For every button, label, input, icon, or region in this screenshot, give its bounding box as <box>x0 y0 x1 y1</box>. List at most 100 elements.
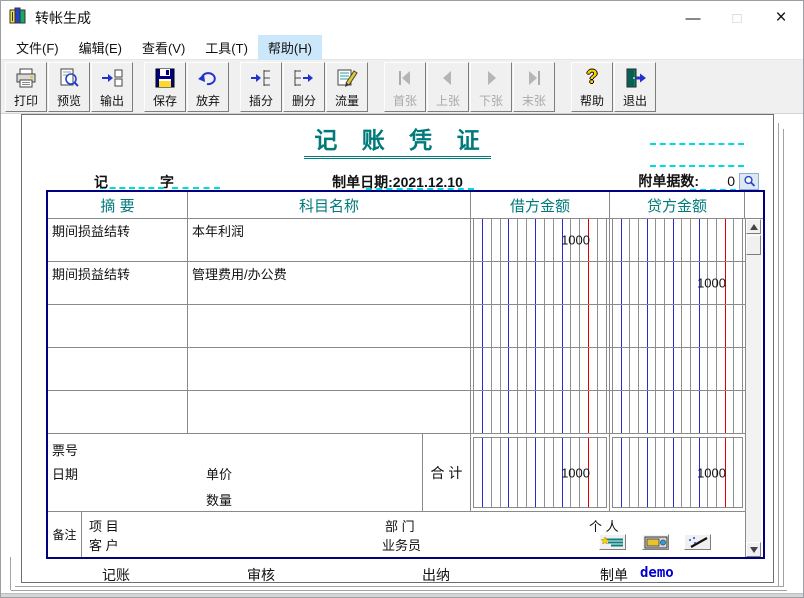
project-label[interactable]: 项 目 <box>89 516 119 535</box>
window-bottom-strip <box>1 593 804 598</box>
voucher-no-blank[interactable] <box>650 165 744 167</box>
help-icon: ? <box>586 65 598 92</box>
credit-cell[interactable] <box>610 305 745 347</box>
attach-count-value[interactable]: 0 <box>699 173 735 189</box>
attach-zoom-button[interactable] <box>739 173 759 190</box>
amount-ruling <box>473 305 607 347</box>
scroll-up-button[interactable] <box>746 219 761 234</box>
help-button[interactable]: ? 帮助 <box>571 62 613 112</box>
next-page-button[interactable]: 下张 <box>470 62 512 112</box>
customer-label[interactable]: 客 户 <box>89 535 119 554</box>
page-stack-edge <box>11 590 787 591</box>
bill-no-label: 票号 <box>52 440 78 459</box>
menu-view[interactable]: 查看(V) <box>132 35 195 60</box>
export-icon <box>100 65 124 92</box>
debit-cell[interactable] <box>471 262 610 304</box>
exit-icon <box>623 65 647 92</box>
remark-label: 备注 <box>48 512 82 557</box>
credit-cell[interactable] <box>610 348 745 390</box>
debit-cell[interactable] <box>471 391 610 433</box>
credit-cell[interactable] <box>610 219 745 261</box>
amount-ruling <box>612 348 743 390</box>
close-button[interactable]: × <box>759 1 803 35</box>
maker-label: 制单 <box>600 565 628 585</box>
last-page-button[interactable]: 末张 <box>513 62 555 112</box>
voucher-page: 记 账 凭 证 记 字 制单日期:2021.12.10 附单据数: 0 摘 要 … <box>21 114 774 583</box>
summary-cell[interactable]: 期间损益结转 <box>48 219 188 261</box>
table-scrollbar <box>745 219 761 557</box>
cashflow-button[interactable]: 流量 <box>326 62 368 112</box>
aux-button-3[interactable] <box>684 534 711 550</box>
cashier-label: 出纳 <box>422 565 450 585</box>
insert-entry-icon <box>249 65 273 92</box>
quantity-label: 数量 <box>206 490 232 509</box>
exit-button[interactable]: 退出 <box>614 62 656 112</box>
prev-page-button[interactable]: 上张 <box>427 62 469 112</box>
summary-cell[interactable] <box>48 391 188 433</box>
summary-cell[interactable] <box>48 348 188 390</box>
aux-button-2[interactable] <box>642 534 669 550</box>
department-label[interactable]: 部 门 <box>385 516 415 535</box>
amount-ruling <box>612 391 743 433</box>
first-page-icon <box>393 65 417 92</box>
page-stack-edge <box>15 586 783 587</box>
save-icon <box>153 65 177 92</box>
page-stack-edge <box>778 123 779 587</box>
scroll-down-button[interactable] <box>746 542 761 557</box>
credit-cell[interactable] <box>610 391 745 433</box>
output-button[interactable]: 输出 <box>91 62 133 112</box>
summary-cell[interactable]: 期间损益结转 <box>48 262 188 304</box>
minimize-button[interactable]: — <box>671 1 715 35</box>
debit-cell[interactable] <box>471 348 610 390</box>
undo-icon <box>196 65 220 92</box>
menu-tools[interactable]: 工具(T) <box>195 35 258 60</box>
menu-help[interactable]: 帮助(H) <box>258 35 322 60</box>
account-cell[interactable]: 本年利润 <box>188 219 471 261</box>
table-header: 摘 要 科目名称 借方金额 贷方金额 <box>48 192 763 219</box>
window-title: 转帐生成 <box>35 8 91 28</box>
delete-entry-icon <box>292 65 316 92</box>
bill-date-label: 日期 <box>52 464 78 483</box>
table-row: 期间损益结转 本年利润 1000 <box>48 219 745 262</box>
salesman-label[interactable]: 业务员 <box>382 535 421 554</box>
preview-button[interactable]: 预览 <box>48 62 90 112</box>
discard-button[interactable]: 放弃 <box>187 62 229 112</box>
header-credit: 贷方金额 <box>610 192 745 218</box>
first-page-button[interactable]: 首张 <box>384 62 426 112</box>
table-row <box>48 391 745 434</box>
voucher-date-value[interactable]: 2021.12.10 <box>393 174 463 190</box>
total-debit-cell: 1000 <box>471 434 610 511</box>
voucher-no-blank[interactable] <box>650 143 744 145</box>
maximize-button[interactable]: □ <box>715 1 759 35</box>
account-cell[interactable] <box>188 305 471 347</box>
scrollbar-track[interactable] <box>746 255 761 542</box>
arrow-down-icon <box>750 547 758 553</box>
voucher-table: 摘 要 科目名称 借方金额 贷方金额 期间损益结转 本年利润 1000 期间 <box>46 190 765 559</box>
menu-edit[interactable]: 编辑(E) <box>69 35 132 60</box>
person-label[interactable]: 个 人 <box>589 516 619 535</box>
header-summary: 摘 要 <box>48 192 188 218</box>
debit-cell[interactable] <box>471 305 610 347</box>
print-button[interactable]: 打印 <box>5 62 47 112</box>
summary-cell[interactable] <box>48 305 188 347</box>
insert-entry-button[interactable]: 插分 <box>240 62 282 112</box>
attach-label: 附单据数: <box>638 171 699 191</box>
total-row: 票号 日期 单价 数量 合 计 1000 1000 <box>48 434 745 512</box>
toolbar: 打印 预览 输出 保存 放弃 插分 <box>1 59 803 114</box>
bookkeeper-label: 记账 <box>102 565 130 585</box>
menu-file[interactable]: 文件(F) <box>6 35 69 60</box>
account-cell[interactable]: 管理费用/办公费 <box>188 262 471 304</box>
account-cell[interactable] <box>188 391 471 433</box>
scrollbar-thumb[interactable] <box>746 235 761 255</box>
save-button[interactable]: 保存 <box>144 62 186 112</box>
delete-entry-button[interactable]: 删分 <box>283 62 325 112</box>
remark-body: 项 目 客 户 部 门 业务员 个 人 <box>82 512 745 557</box>
account-cell[interactable] <box>188 348 471 390</box>
arrow-up-icon <box>750 224 758 230</box>
debit-cell[interactable]: 1000 <box>471 219 610 261</box>
printer-icon <box>14 65 38 92</box>
bill-info-cell[interactable]: 票号 日期 单价 数量 <box>48 434 423 511</box>
header-debit: 借方金额 <box>471 192 610 218</box>
credit-cell[interactable]: 1000 <box>610 262 745 304</box>
aux-button-1[interactable] <box>599 534 626 550</box>
